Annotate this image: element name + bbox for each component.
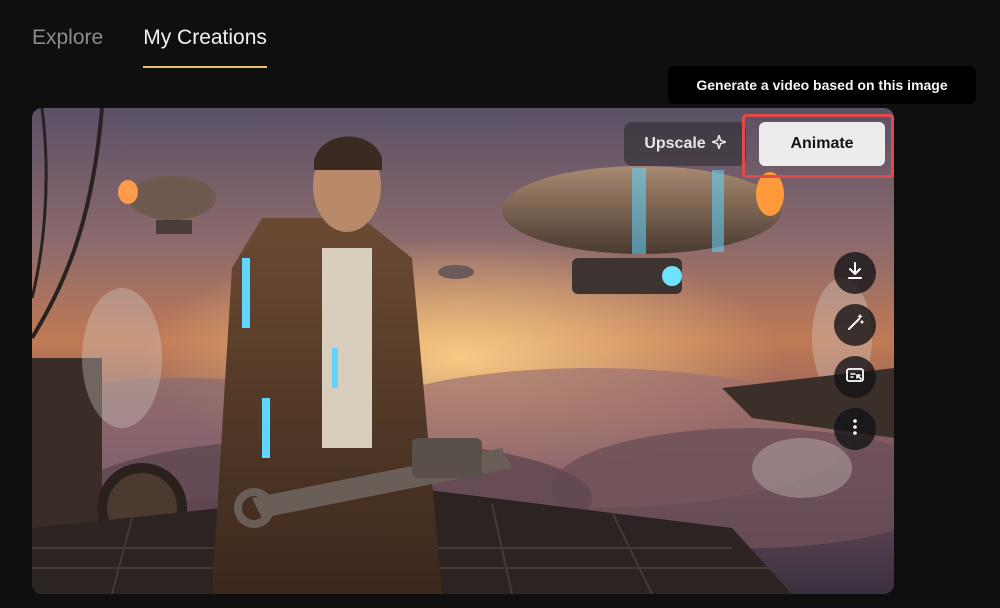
tab-my-creations[interactable]: My Creations: [143, 24, 267, 68]
download-button[interactable]: [834, 252, 876, 294]
animate-button[interactable]: Animate: [759, 122, 885, 166]
upscale-label: Upscale: [644, 135, 706, 152]
download-icon: [845, 261, 865, 286]
image-edit-button[interactable]: [834, 356, 876, 398]
creations-page: Explore My Creations Generate a video ba…: [0, 0, 1000, 608]
image-edit-icon: [845, 365, 865, 390]
tab-bar: Explore My Creations: [32, 24, 267, 68]
more-vertical-icon: [845, 417, 865, 442]
sparkle-icon: [709, 131, 729, 154]
image-artwork: [32, 108, 894, 594]
magic-wand-icon: [845, 313, 865, 338]
animate-tooltip: Generate a video based on this image: [668, 66, 976, 104]
more-options-button[interactable]: [834, 408, 876, 450]
generated-image[interactable]: [32, 108, 894, 594]
edit-magic-button[interactable]: [834, 304, 876, 346]
tab-explore[interactable]: Explore: [32, 24, 103, 68]
upscale-button[interactable]: Upscale: [624, 122, 746, 166]
